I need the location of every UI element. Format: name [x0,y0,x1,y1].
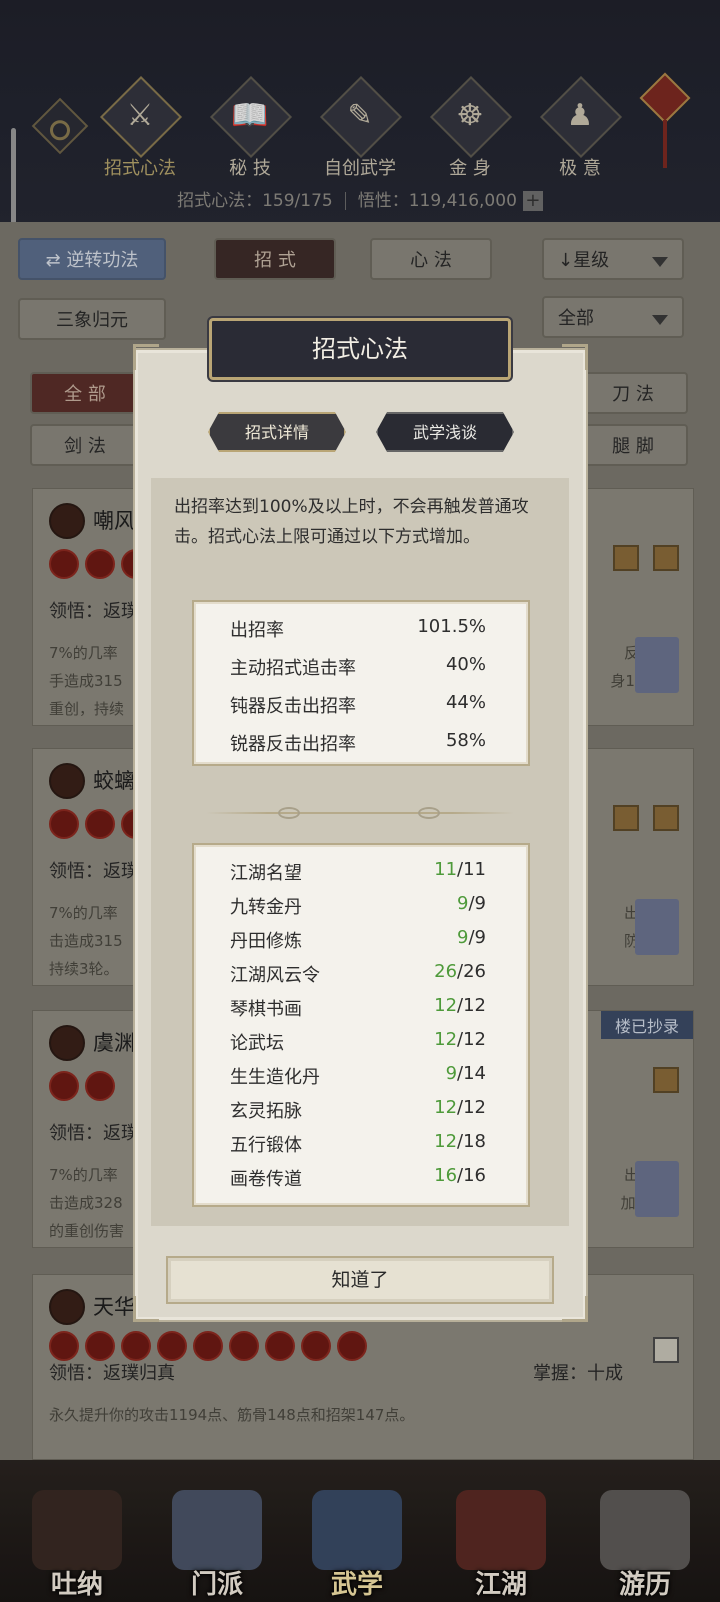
rates-box: 出招率 101.5% 主动招式追击率 40% 钝器反击出招率 44% 锐器反击出招率 5… [192,600,530,766]
source-row: 五行锻体 12/18 [230,1131,486,1156]
ornament-divider [206,812,514,814]
intro-text: 出招率达到100%及以上时，不会再触发普通攻击。招式心法上限可通过以下方式增加。 [174,497,529,547]
source-row: 画卷传道 16/16 [230,1165,486,1190]
source-row: 琴棋书画 12/12 [230,995,486,1020]
rate-row: 锐器反击出招率 58% [230,730,486,755]
source-row: 丹田修炼 9/9 [230,927,486,952]
divider-knot [418,807,440,819]
rate-row: 钝器反击出招率 44% [230,692,486,717]
source-row: 江湖名望 11/11 [230,859,486,884]
source-row: 生生造化丹 9/14 [230,1063,486,1088]
corner-ornament [562,1296,588,1322]
source-row: 九转金丹 9/9 [230,893,486,918]
source-row: 玄灵拓脉 12/12 [230,1097,486,1122]
ok-button[interactable]: 知道了 [166,1256,554,1304]
corner-ornament [562,344,588,370]
dialog-title: 招式心法 [312,335,408,363]
sources-box: 江湖名望 11/11 九转金丹 9/9 丹田修炼 9/9 江湖风云令 26/26 琴棋书… [192,843,530,1207]
tab-skill-details[interactable]: 招式详情 [208,412,346,452]
corner-ornament [133,344,159,370]
divider-knot [278,807,300,819]
tab-martial-talk[interactable]: 武学浅谈 [376,412,514,452]
source-row: 论武坛 12/12 [230,1029,486,1054]
rate-row: 主动招式追击率 40% [230,654,486,679]
dialog-header: 招式心法 [209,318,511,380]
corner-ornament [133,1296,159,1322]
rate-row: 出招率 101.5% [230,616,486,641]
source-row: 江湖风云令 26/26 [230,961,486,986]
